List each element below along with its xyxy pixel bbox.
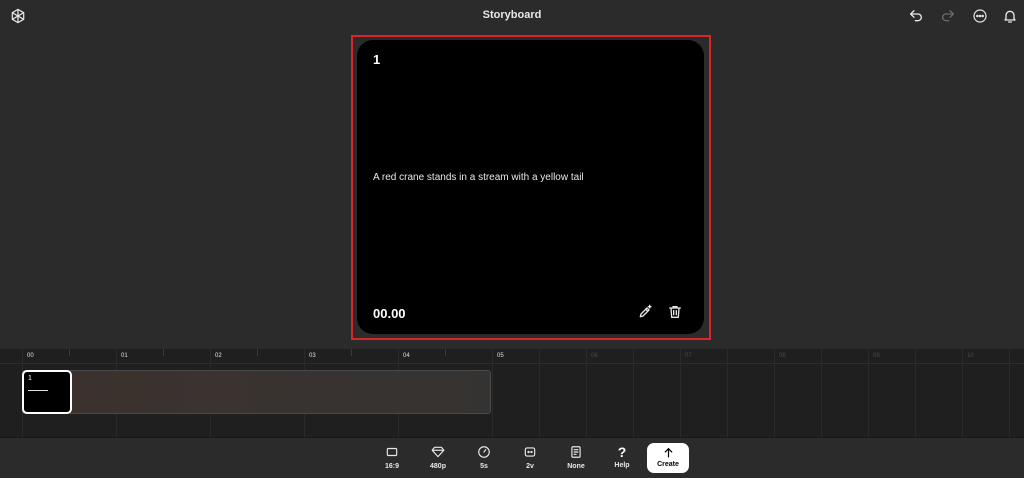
timeline-gridline bbox=[633, 349, 634, 437]
preset-label: None bbox=[567, 463, 585, 470]
bottom-toolbar: 16:9 480p 5s 2v None ? Help Create bbox=[0, 437, 1024, 478]
tick-label: 00 bbox=[27, 353, 34, 359]
clip-text-preview bbox=[28, 390, 48, 391]
preset-icon bbox=[571, 446, 581, 458]
variations-button[interactable]: 2v bbox=[514, 442, 546, 474]
timeline-gridline bbox=[821, 349, 822, 437]
redo-icon[interactable] bbox=[938, 6, 958, 26]
resolution-button[interactable]: 480p bbox=[422, 442, 454, 474]
timeline-gridline bbox=[774, 349, 775, 437]
page-title: Storyboard bbox=[482, 9, 542, 21]
timeline-gridline bbox=[1009, 349, 1010, 437]
aspect-ratio-button[interactable]: 16:9 bbox=[376, 442, 408, 474]
tick-label: 01 bbox=[121, 353, 128, 359]
timeline-minor-tick bbox=[257, 349, 258, 356]
undo-icon[interactable] bbox=[906, 6, 926, 26]
delete-icon[interactable] bbox=[665, 302, 685, 322]
tick-label: 07 bbox=[685, 353, 692, 359]
timeline-minor-tick bbox=[163, 349, 164, 356]
notification-bell-icon[interactable] bbox=[1000, 6, 1020, 26]
clock-icon bbox=[478, 446, 490, 458]
tick-label: 08 bbox=[779, 353, 786, 359]
aspect-ratio-label: 16:9 bbox=[384, 463, 399, 470]
timeline-gridline bbox=[492, 349, 493, 437]
timeline-minor-tick bbox=[69, 349, 70, 356]
variations-label: 2v bbox=[526, 463, 534, 470]
timeline-gridline bbox=[962, 349, 963, 437]
card-timestamp: 00.00 bbox=[373, 306, 406, 321]
card-number: 1 bbox=[373, 52, 381, 67]
diamond-icon bbox=[431, 446, 445, 458]
tick-label: 02 bbox=[215, 353, 222, 359]
tick-label: 09 bbox=[873, 353, 880, 359]
timeline-clip[interactable] bbox=[22, 370, 491, 414]
aspect-ratio-icon bbox=[386, 447, 398, 457]
tick-label: 04 bbox=[403, 353, 410, 359]
duration-label: 5s bbox=[480, 463, 488, 470]
timeline-gridline bbox=[915, 349, 916, 437]
timeline-gridline bbox=[680, 349, 681, 437]
card-description[interactable]: A red crane stands in a stream with a ye… bbox=[373, 172, 584, 183]
preset-button[interactable]: None bbox=[560, 442, 592, 474]
arrow-up-icon bbox=[664, 448, 672, 458]
resolution-label: 480p bbox=[430, 463, 446, 470]
help-label: Help bbox=[614, 462, 630, 469]
edit-icon[interactable] bbox=[635, 302, 655, 322]
timeline-ruler: 00 01 02 03 04 05 06 07 08 09 10 bbox=[0, 349, 1024, 364]
timeline-gridline bbox=[727, 349, 728, 437]
timeline-gridline bbox=[868, 349, 869, 437]
more-options-icon[interactable] bbox=[970, 6, 990, 26]
timeline-minor-tick bbox=[351, 349, 352, 356]
clip-thumbnail[interactable]: 1 bbox=[22, 370, 72, 414]
create-label: Create bbox=[657, 461, 679, 468]
timeline[interactable]: 00 01 02 03 04 05 06 07 08 09 10 1 bbox=[0, 349, 1024, 437]
storyboard-card[interactable]: 1 A red crane stands in a stream with a … bbox=[357, 40, 704, 334]
create-button[interactable]: Create bbox=[647, 443, 689, 473]
tick-label: 03 bbox=[309, 353, 316, 359]
tick-label: 10 bbox=[967, 353, 974, 359]
tick-label: 05 bbox=[497, 353, 504, 359]
timeline-gridline bbox=[586, 349, 587, 437]
help-button[interactable]: ? Help bbox=[606, 442, 638, 474]
tick-label: 06 bbox=[591, 353, 598, 359]
duration-button[interactable]: 5s bbox=[468, 442, 500, 474]
top-bar: Storyboard bbox=[0, 0, 1024, 34]
timeline-minor-tick bbox=[445, 349, 446, 356]
clip-number: 1 bbox=[28, 375, 32, 382]
question-mark-icon: ? bbox=[617, 444, 627, 460]
timeline-gridline bbox=[539, 349, 540, 437]
variations-icon bbox=[524, 447, 536, 457]
